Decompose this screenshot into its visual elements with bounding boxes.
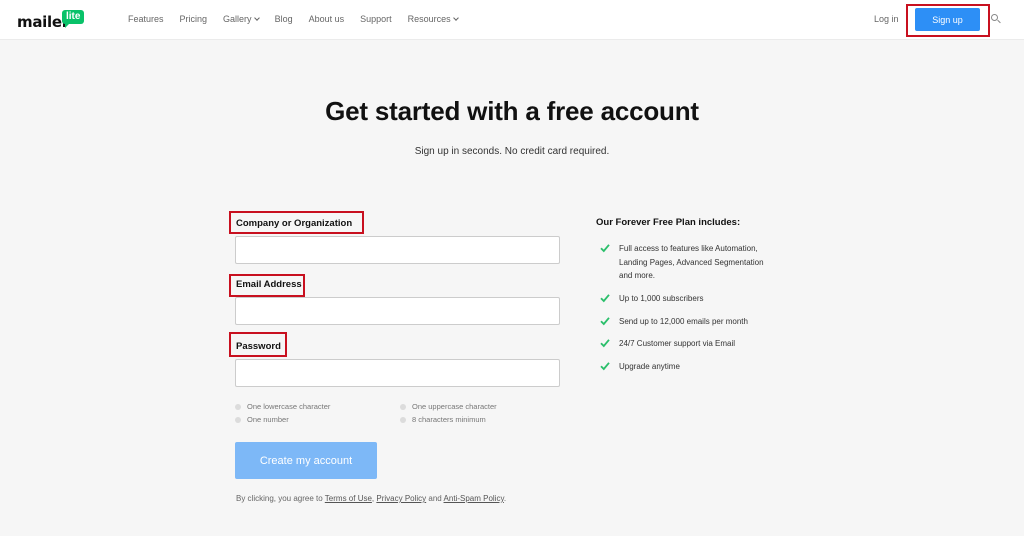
checkmark-icon [600, 339, 610, 348]
password-requirement: One lowercase character [235, 402, 330, 411]
create-account-button[interactable]: Create my account [235, 442, 377, 479]
checkmark-icon [600, 294, 610, 303]
status-dot-icon [235, 403, 241, 410]
top-navbar: mailer lite Features Pricing Gallery Blo… [0, 0, 1024, 40]
status-dot-icon [400, 403, 406, 410]
password-requirement: One number [235, 415, 289, 424]
feature-text: Upgrade anytime [619, 362, 680, 371]
chevron-down-icon [452, 15, 459, 21]
password-requirement: 8 characters minimum [400, 415, 486, 424]
checkmark-icon [600, 317, 610, 326]
feature-text: Up to 1,000 subscribers [619, 294, 704, 303]
requirement-text: 8 characters minimum [412, 415, 486, 424]
privacy-policy-link[interactable]: Privacy Policy [376, 494, 426, 503]
nav-item-gallery[interactable]: Gallery [223, 14, 260, 24]
plan-feature: Send up to 12,000 emails per month [600, 315, 779, 329]
signup-button[interactable]: Sign up [915, 8, 980, 31]
search-icon-handle [997, 19, 1001, 24]
email-input[interactable] [235, 297, 560, 325]
feature-text: Full access to features like Automation,… [619, 244, 764, 280]
feature-text: 24/7 Customer support via Email [619, 339, 736, 348]
terms-separator: and [426, 494, 444, 503]
terms-of-use-link[interactable]: Terms of Use [325, 494, 372, 503]
plan-feature: Full access to features like Automation,… [600, 242, 779, 283]
anti-spam-policy-link[interactable]: Anti-Spam Policy [444, 494, 504, 503]
nav-item-blog[interactable]: Blog [275, 14, 293, 24]
status-dot-icon [235, 416, 241, 423]
chevron-down-icon [253, 15, 260, 21]
requirement-text: One number [247, 415, 289, 424]
plan-feature: Up to 1,000 subscribers [600, 292, 779, 306]
nav-item-label: Gallery [223, 14, 252, 24]
plan-feature: Upgrade anytime [600, 360, 779, 374]
email-label: Email Address [236, 279, 302, 290]
company-label: Company or Organization [236, 218, 353, 229]
password-requirement: One uppercase character [400, 402, 497, 411]
requirement-text: One uppercase character [412, 402, 497, 411]
nav-item-about[interactable]: About us [309, 14, 345, 24]
nav-item-pricing[interactable]: Pricing [180, 14, 208, 24]
main-nav: Features Pricing Gallery Blog About us S… [128, 14, 474, 24]
nav-item-support[interactable]: Support [360, 14, 392, 24]
terms-suffix: . [503, 494, 507, 503]
password-input[interactable] [235, 359, 560, 387]
nav-item-label: Blog [274, 14, 293, 24]
nav-item-resources[interactable]: Resources [407, 14, 459, 24]
password-label: Password [236, 341, 281, 352]
logo-badge: lite [62, 10, 85, 28]
company-input[interactable] [235, 236, 560, 264]
terms-prefix: By clicking, you agree to [236, 494, 325, 503]
nav-item-label: Support [360, 14, 392, 24]
nav-item-label: Pricing [179, 14, 208, 24]
plan-title: Our Forever Free Plan includes: [596, 217, 741, 228]
page-subtitle: Sign up in seconds. No credit card requi… [414, 146, 610, 157]
feature-text: Send up to 12,000 emails per month [619, 317, 748, 326]
nav-item-label: Features [128, 14, 164, 24]
search-icon[interactable] [991, 14, 1001, 24]
checkmark-icon [600, 362, 610, 371]
login-link[interactable]: Log in [874, 14, 899, 24]
page-title: Get started with a free account [325, 96, 699, 126]
plan-feature: 24/7 Customer support via Email [600, 337, 779, 351]
nav-item-label: Resources [407, 14, 451, 24]
nav-item-label: About us [308, 14, 345, 24]
requirement-text: One lowercase character [247, 402, 331, 411]
nav-item-features[interactable]: Features [128, 14, 164, 24]
status-dot-icon [400, 416, 406, 423]
terms-notice: By clicking, you agree to Terms of Use, … [236, 494, 506, 503]
checkmark-icon [600, 244, 610, 253]
